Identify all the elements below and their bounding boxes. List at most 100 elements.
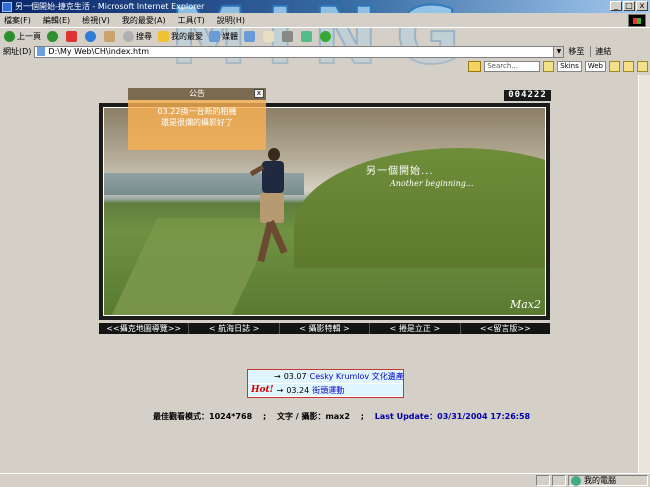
photo-caption-en: Another beginning... xyxy=(390,179,474,188)
refresh-icon xyxy=(85,30,96,42)
magnifier-icon[interactable] xyxy=(543,61,555,72)
zone-label: 我的電腦 xyxy=(584,476,616,485)
page-content: 004222 另一個開始... Another beginning... Max… xyxy=(0,75,638,473)
history-button[interactable] xyxy=(244,30,257,42)
mail-button[interactable] xyxy=(263,30,276,42)
nav-travel-log[interactable]: < 航海日誌 > xyxy=(189,323,280,334)
address-dropdown-icon[interactable]: ▼ xyxy=(553,46,564,57)
menu-edit[interactable]: 編輯(E) xyxy=(43,15,70,26)
forward-arrow-icon xyxy=(47,30,58,42)
toolbar-search-input[interactable]: Search... xyxy=(484,61,541,72)
home-icon xyxy=(104,30,115,42)
search-button[interactable]: 搜尋 xyxy=(123,30,152,42)
footer-separator: ; xyxy=(360,412,364,421)
print-button[interactable] xyxy=(282,30,295,42)
address-label: 網址(D) xyxy=(3,47,32,56)
menu-bar: 檔案(F) 編輯(E) 檢視(V) 我的最愛(A) 工具(T) 說明(H) xyxy=(0,13,650,27)
search-icon xyxy=(123,30,134,42)
nav-guestbook[interactable]: <<留言版>> xyxy=(461,323,550,334)
update-link[interactable]: 街頭運動 xyxy=(312,385,344,396)
runner-head xyxy=(268,148,280,161)
runner-torso xyxy=(262,161,284,193)
announcement-header: 公告 x xyxy=(128,88,266,100)
arrow-right-icon: → xyxy=(274,372,281,381)
stop-icon xyxy=(66,30,77,42)
messenger-button[interactable] xyxy=(320,30,333,42)
status-block-cell xyxy=(552,475,566,486)
announcement-close-button[interactable]: x xyxy=(254,89,264,98)
credit-text: 文字 / 攝影：max2 xyxy=(276,412,350,421)
media-button[interactable]: 媒體 xyxy=(209,30,238,42)
home-button[interactable] xyxy=(104,30,117,42)
favorites-button[interactable]: 我的最愛 xyxy=(158,30,203,42)
favorites-label: 我的最愛 xyxy=(171,31,203,41)
menu-help[interactable]: 說明(H) xyxy=(217,15,245,26)
nav-photo-special[interactable]: < 攝影特輯 > xyxy=(280,323,371,334)
update-link[interactable]: Cesky Krumlov 文化遺產 xyxy=(310,371,404,382)
go-button[interactable]: 移至 xyxy=(568,46,584,57)
runner-shorts xyxy=(260,193,284,223)
messenger-icon xyxy=(320,30,331,42)
status-lock-cell xyxy=(536,475,550,486)
skins-button[interactable]: Skins xyxy=(557,61,582,72)
announcement-popup: 公告 x 03.22換一台新的相機 還是很爛的攝影好了 xyxy=(128,88,266,150)
print-icon xyxy=(282,30,293,42)
standard-toolbar: 上一頁 搜尋 我的最愛 媒體 xyxy=(0,27,650,44)
announcement-title: 公告 xyxy=(189,89,205,98)
update-date: 03.24 xyxy=(286,385,310,395)
mail-icon xyxy=(263,30,274,42)
menu-file[interactable]: 檔案(F) xyxy=(4,15,31,26)
update-row[interactable]: → 03.07 Cesky Krumlov 文化遺產 xyxy=(248,370,404,383)
media-label: 媒體 xyxy=(222,31,238,41)
arrow-right-icon: → xyxy=(276,385,284,395)
announcement-line-1: 03.22換一台新的相機 xyxy=(157,107,237,116)
window-title: 另一個開始-捷克生活 - Microsoft Internet Explorer xyxy=(15,2,205,11)
edit-button[interactable] xyxy=(301,30,314,42)
menu-tools[interactable]: 工具(T) xyxy=(178,15,205,26)
vertical-scrollbar[interactable] xyxy=(638,75,650,473)
window-controls: _ □ x xyxy=(610,1,648,11)
nav-misc[interactable]: < 捲是立正 > xyxy=(370,323,461,334)
hot-badge: Hot! xyxy=(251,385,274,395)
back-button[interactable]: 上一頁 xyxy=(4,30,41,42)
status-zone: 我的電腦 xyxy=(568,475,648,486)
web-button[interactable]: Web xyxy=(584,61,606,72)
visitor-counter: 004222 xyxy=(504,90,551,101)
runner-leg-right xyxy=(267,220,288,254)
options-icon[interactable] xyxy=(637,61,648,72)
links-button[interactable]: 連結 xyxy=(590,46,611,57)
favorites-star-icon xyxy=(158,30,169,42)
media-icon xyxy=(209,30,220,42)
photo-path xyxy=(110,218,278,315)
photo-runner xyxy=(249,148,294,278)
announcement-body: 03.22換一台新的相機 還是很爛的攝影好了 xyxy=(128,100,266,134)
envelope-icon[interactable] xyxy=(468,61,482,72)
photo-signature: Max2 xyxy=(509,298,541,311)
photo-caption-zh: 另一個開始... xyxy=(366,166,434,177)
forward-button[interactable] xyxy=(47,30,60,42)
search-toolbar-controls: Search... Skins Web xyxy=(468,61,648,72)
address-value: D:\My Web\CH\index.htm xyxy=(48,47,149,56)
maximize-button[interactable]: □ xyxy=(623,1,635,11)
refresh-button[interactable] xyxy=(85,30,98,42)
nav-map-tour[interactable]: <<攝克地圖導覽>> xyxy=(99,323,190,334)
menu-favorites[interactable]: 我的最愛(A) xyxy=(122,15,166,26)
stop-button[interactable] xyxy=(66,30,79,42)
my-computer-icon xyxy=(571,475,581,486)
back-arrow-icon xyxy=(4,30,15,42)
search-label: 搜尋 xyxy=(136,31,152,41)
minimize-button[interactable]: _ xyxy=(610,1,622,11)
update-row[interactable]: Hot! → 03.24 街頭運動 xyxy=(248,383,403,396)
highlight-icon[interactable] xyxy=(609,61,620,72)
close-button[interactable]: x xyxy=(636,1,648,11)
last-update-text: Last Update：03/31/2004 17:26:58 xyxy=(374,412,531,421)
address-bar: 網址(D) D:\My Web\CH\index.htm ▼ 移至 連結 xyxy=(0,44,650,59)
menu-view[interactable]: 檢視(V) xyxy=(82,15,110,26)
site-nav: <<攝克地圖導覽>> < 航海日誌 > < 攝影特輯 > < 捲是立正 > <<… xyxy=(99,323,550,334)
footer-info: 最佳觀看模式：1024*768 ; 文字 / 攝影：max2 ; Last Up… xyxy=(153,411,530,422)
status-bar: 我的電腦 xyxy=(0,473,650,487)
popup-blocker-icon[interactable] xyxy=(623,61,634,72)
footer-separator: ; xyxy=(262,412,267,421)
address-input[interactable]: D:\My Web\CH\index.htm ▼ xyxy=(34,45,565,58)
windows-logo-icon xyxy=(628,14,646,27)
